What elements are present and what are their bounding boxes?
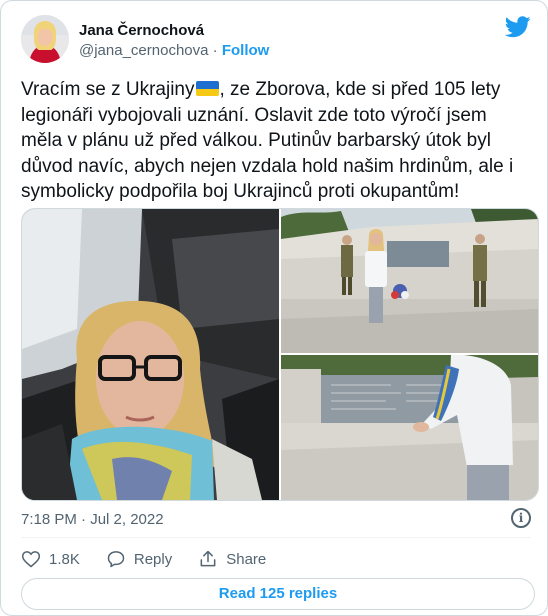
reply-label: Reply <box>133 550 173 568</box>
author-name[interactable]: Jana Černochová <box>79 22 204 39</box>
photo-memorial-with-soldiers[interactable] <box>281 209 538 353</box>
selfie-photo-image <box>22 209 279 500</box>
share-label: Share <box>226 550 267 568</box>
twitter-bird-icon[interactable] <box>505 16 531 38</box>
like-count: 1.8K <box>49 550 80 568</box>
tweet-text-part-1: Vracím se z Ukrajiny <box>21 79 195 100</box>
separator-dot: · <box>212 42 218 59</box>
heart-icon <box>21 551 41 568</box>
tweet-header: Jana Černochová @jana_cernochova · Follo… <box>21 15 531 63</box>
photo-selfie-in-car[interactable] <box>22 209 279 500</box>
memorial-photo-image <box>281 209 538 353</box>
read-replies-button[interactable]: Read 125 replies <box>21 578 535 610</box>
like-button[interactable]: 1.8K <box>21 549 80 569</box>
avatar-image <box>21 15 69 63</box>
tweet-timestamp[interactable]: 7:18 PM · Jul 2, 2022 <box>21 511 164 528</box>
handle-row: @jana_cernochova · Follow <box>79 42 269 59</box>
photo-hand-touching-memorial[interactable] <box>281 355 538 500</box>
divider <box>21 537 531 538</box>
memorial-closeup-image <box>281 355 538 500</box>
media-grid <box>21 208 539 501</box>
info-icon[interactable]: i <box>511 508 531 528</box>
tweet-actions: 1.8K Reply Share <box>21 547 292 571</box>
author-handle[interactable]: @jana_cernochova <box>79 42 208 59</box>
share-button[interactable]: Share <box>198 549 266 569</box>
share-icon <box>200 550 216 567</box>
tweet-card: Jana Černochová @jana_cernochova · Follo… <box>0 0 548 616</box>
avatar[interactable] <box>21 15 69 63</box>
tweet-text: Vracím se z Ukrajiny, ze Zborova, kde si… <box>21 77 531 205</box>
reply-button[interactable]: Reply <box>106 549 172 569</box>
reply-bubble-icon <box>107 551 125 568</box>
ukraine-flag-icon <box>195 81 219 96</box>
follow-button[interactable]: Follow <box>222 42 270 59</box>
